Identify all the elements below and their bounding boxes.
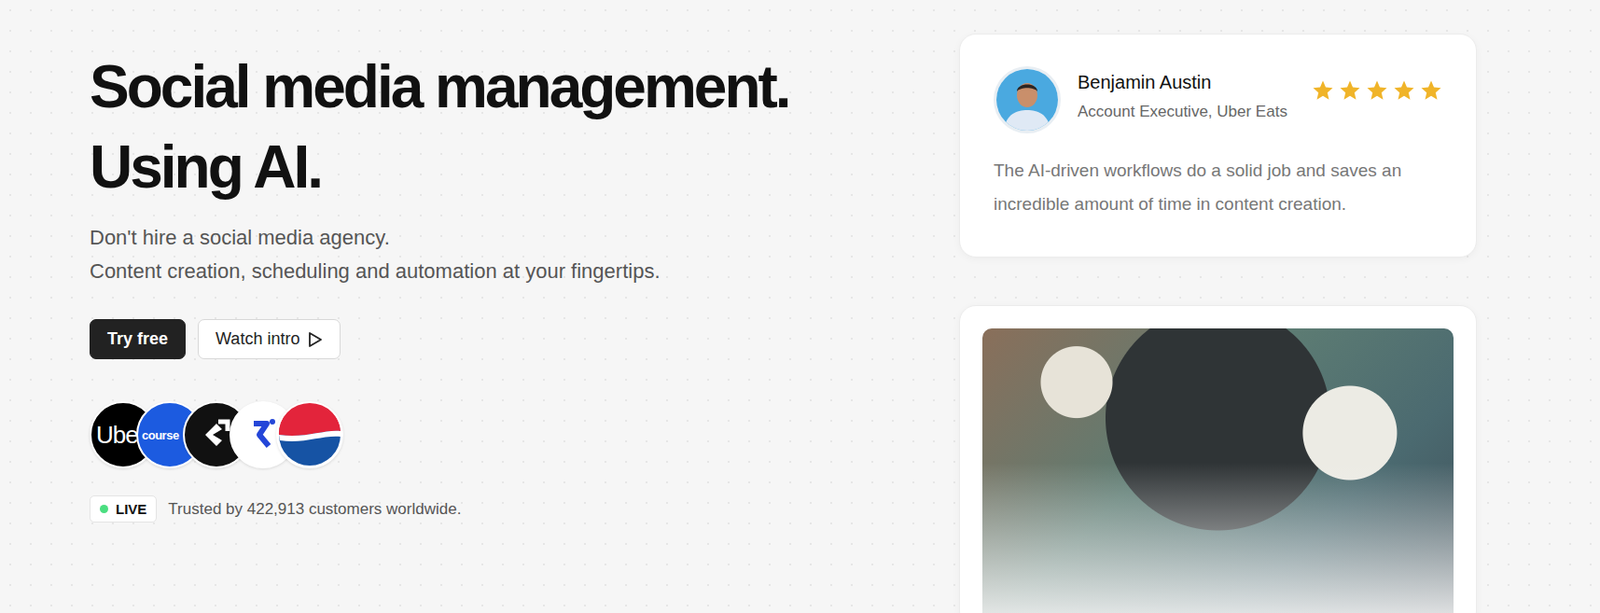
star-icon [1338, 79, 1362, 102]
reviewer-role: Account Executive, Uber Eats [1077, 102, 1295, 122]
watch-intro-button[interactable]: Watch intro [197, 319, 341, 360]
status-row: LIVE Trusted by 422,913 customers worldwi… [89, 495, 461, 523]
title-line: Social media management. [89, 46, 790, 127]
rating-stars [1311, 66, 1443, 102]
customer-logos: Ubecourse [89, 401, 344, 469]
live-dot [99, 504, 109, 514]
trusted-text: Trusted by 422,913 customers worldwide. [167, 500, 461, 519]
hero-right: Benjamin Austin Account Executive, Uber E… [959, 0, 1477, 613]
media-card [959, 305, 1477, 613]
avatar [993, 66, 1061, 134]
pepsi-icon [278, 403, 342, 467]
hero-left: Social media management.Using AI. Don't h… [89, 0, 790, 613]
testimonial-quote: The AI-driven workflows do a solid job a… [993, 153, 1443, 222]
hero-page: Social media management.Using AI. Don't h… [0, 0, 1600, 613]
testimonial-header: Benjamin Austin Account Executive, Uber E… [993, 66, 1443, 134]
food-photo [982, 328, 1454, 613]
hero-title: Social media management.Using AI. [89, 46, 790, 208]
star-icon [1419, 79, 1443, 102]
play-icon [307, 331, 323, 348]
button-row: Try free Watch intro [89, 319, 341, 360]
hero-subtitle: Don't hire a social media agency.Content… [89, 221, 661, 289]
star-icon [1365, 79, 1389, 102]
star-icon [1311, 79, 1335, 102]
title-line: Using AI. [89, 126, 790, 208]
subtitle-line: Don't hire a social media agency. [89, 221, 661, 255]
pepsi-logo [276, 401, 344, 469]
try-free-button[interactable]: Try free [89, 319, 186, 360]
live-badge: LIVE [89, 495, 157, 523]
testimonial-card: Benjamin Austin Account Executive, Uber E… [959, 33, 1477, 258]
person-icon [996, 69, 1058, 131]
star-icon [1392, 79, 1416, 102]
reviewer-info: Benjamin Austin Account Executive, Uber E… [1077, 66, 1295, 122]
reviewer-name: Benjamin Austin [1077, 71, 1295, 94]
subtitle-line: Content creation, scheduling and automat… [89, 254, 661, 289]
